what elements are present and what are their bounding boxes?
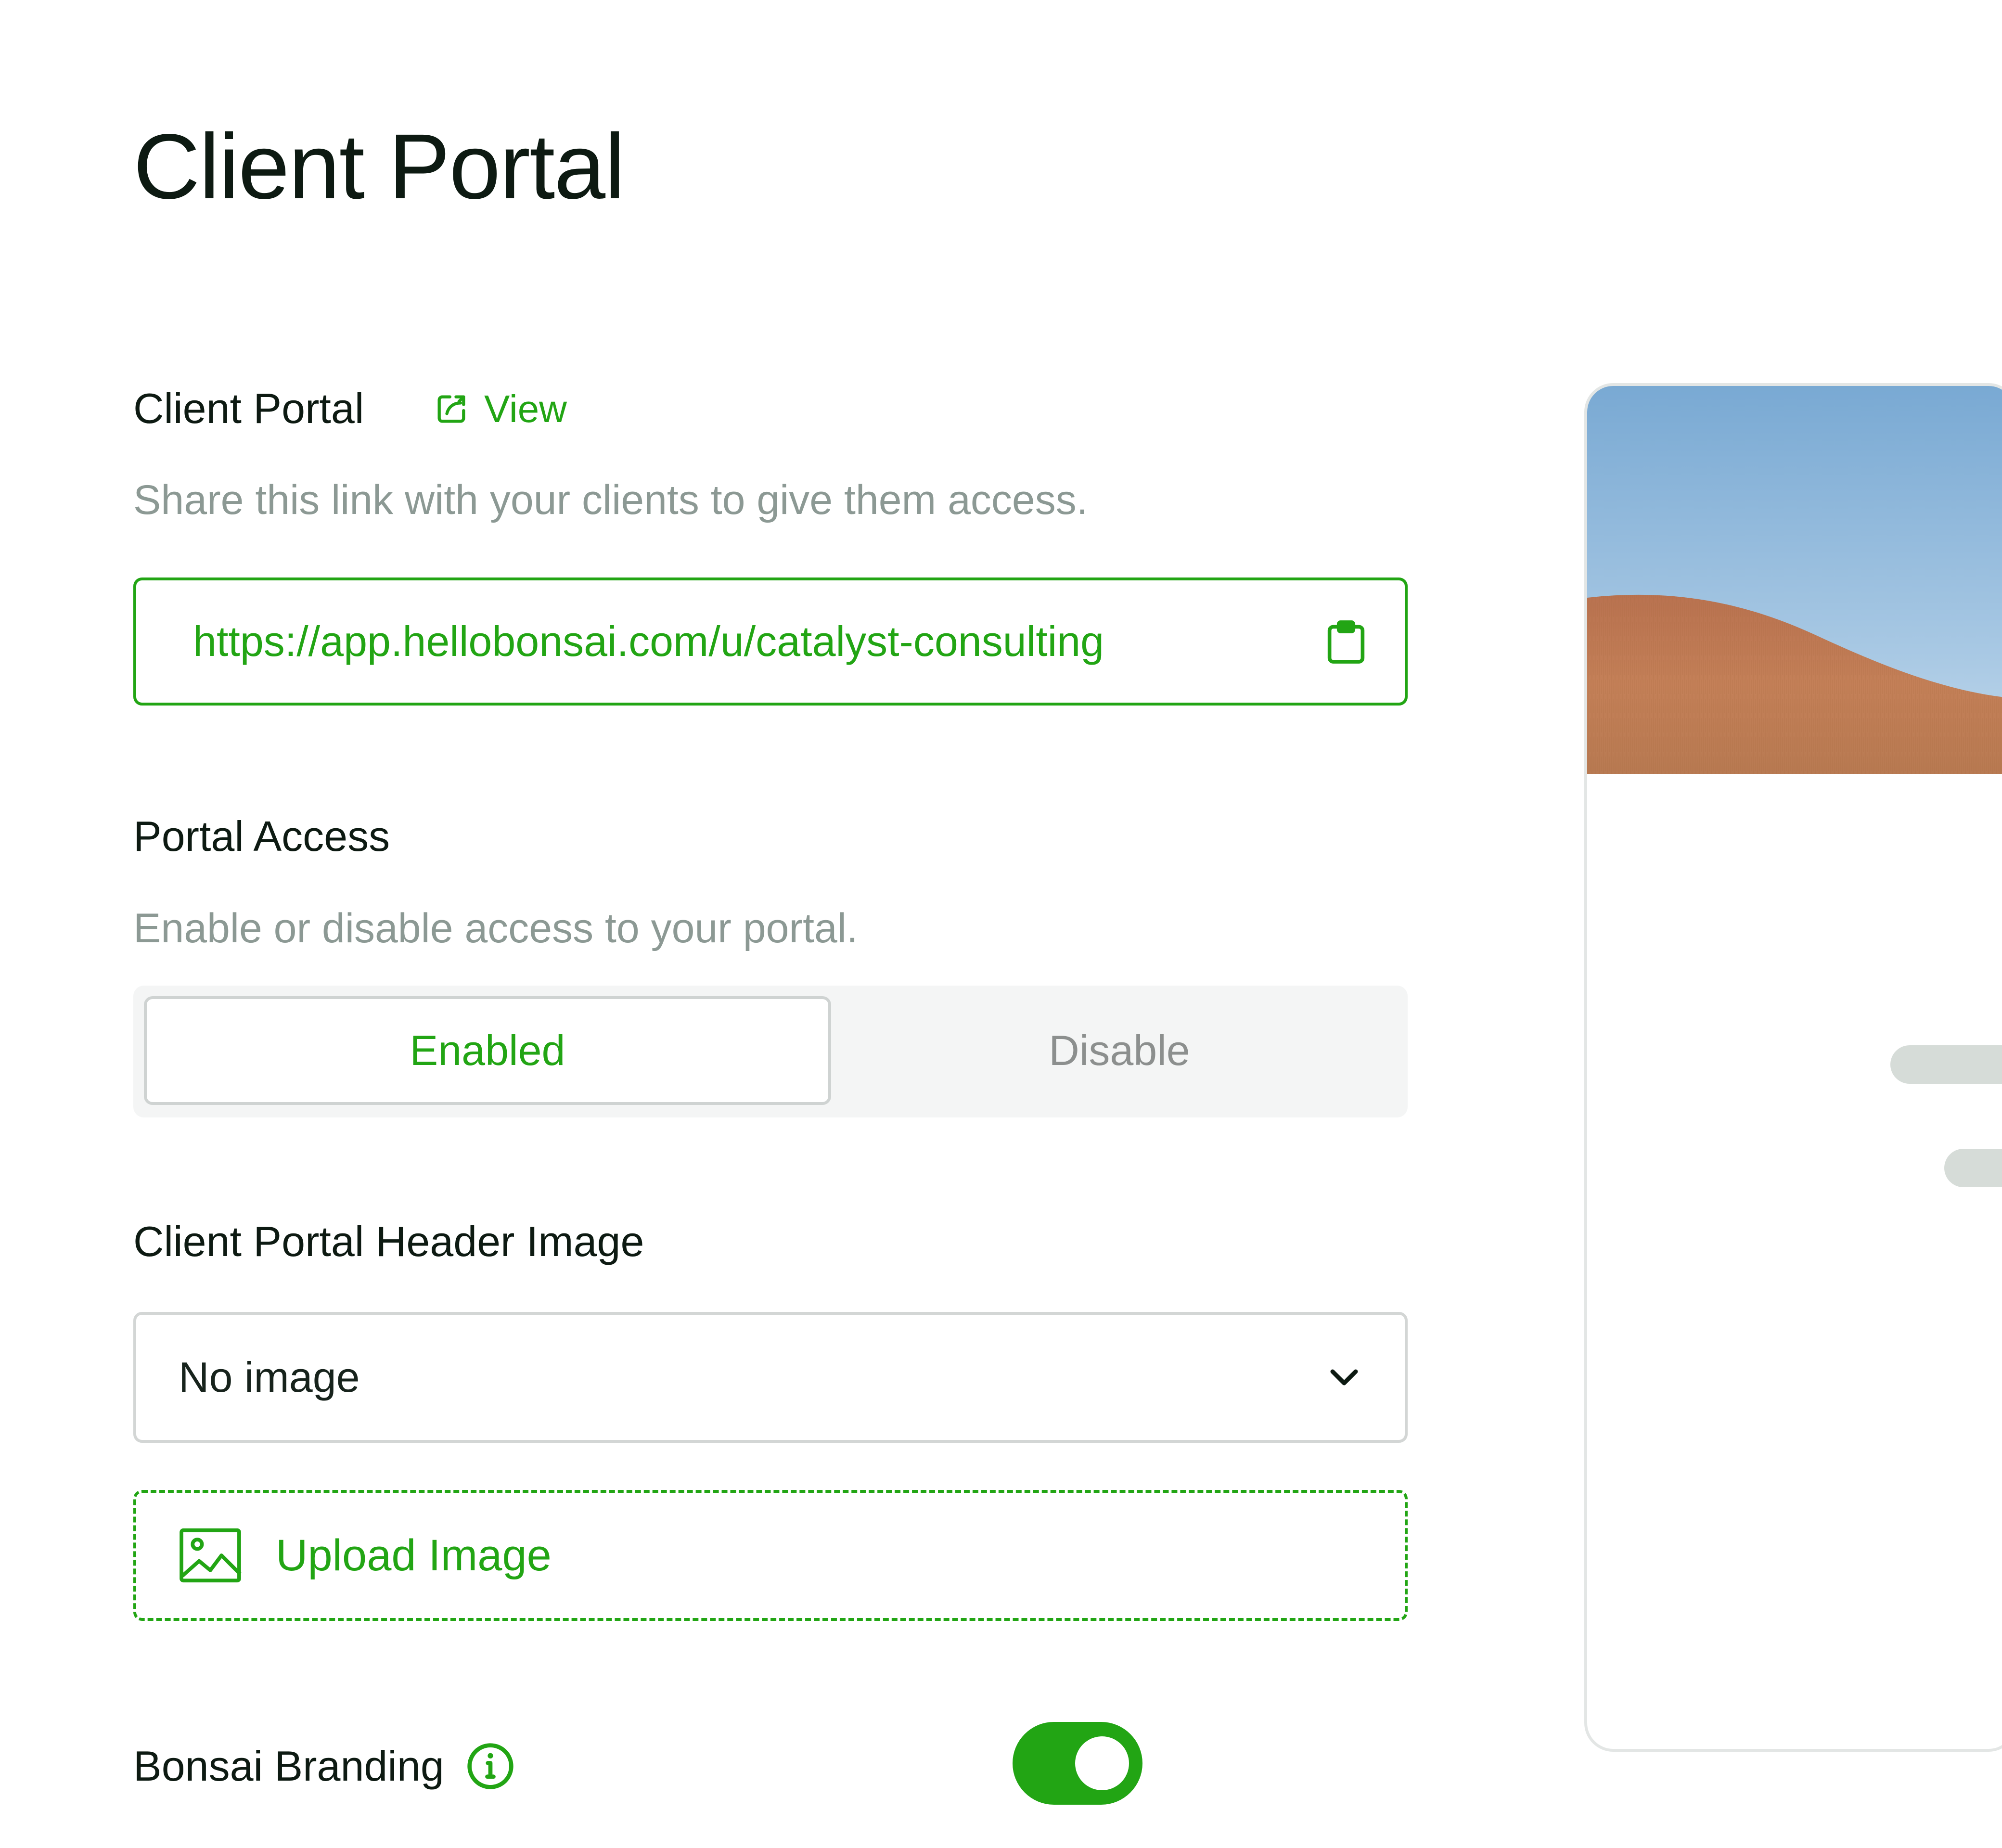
header-image-select[interactable]: No image: [133, 1312, 1408, 1443]
client-portal-title: Client Portal: [133, 385, 364, 432]
upload-image-button[interactable]: Upload Image: [133, 1490, 1408, 1621]
preview-placeholder-line: [1944, 1149, 2002, 1187]
clipboard-icon[interactable]: [1326, 619, 1366, 664]
toggle-knob: [1075, 1736, 1129, 1790]
upload-image-label: Upload Image: [276, 1530, 552, 1580]
view-portal-link[interactable]: View: [433, 387, 567, 430]
portal-access-title: Portal Access: [133, 812, 390, 860]
enabled-option[interactable]: Enabled: [144, 996, 831, 1105]
preview-header-image: [1587, 386, 2002, 774]
chevron-down-icon: [1327, 1366, 1361, 1389]
header-image-selected: No image: [179, 1353, 360, 1401]
preview-placeholder-line: [1890, 1045, 2002, 1084]
portal-access-description: Enable or disable access to your portal.: [133, 905, 858, 951]
page-title: Client Portal: [133, 115, 625, 218]
portal-url-text[interactable]: https://app.hellobonsai.com/u/catalyst-c…: [193, 617, 1326, 666]
view-link-label: View: [484, 387, 567, 430]
client-portal-description: Share this link with your clients to giv…: [133, 477, 1088, 523]
info-icon[interactable]: [465, 1741, 515, 1791]
image-icon: [179, 1527, 242, 1583]
external-link-icon: [433, 391, 470, 427]
disable-option[interactable]: Disable: [831, 996, 1408, 1105]
header-image-title: Client Portal Header Image: [133, 1218, 644, 1265]
branding-label: Bonsai Branding: [133, 1742, 444, 1790]
portal-url-field[interactable]: https://app.hellobonsai.com/u/catalyst-c…: [133, 578, 1408, 706]
portal-access-toggle: Enabled Disable: [133, 986, 1408, 1117]
branding-row: Bonsai Branding: [133, 1737, 515, 1795]
branding-toggle[interactable]: [1013, 1722, 1142, 1805]
portal-preview: [1584, 383, 2002, 1752]
